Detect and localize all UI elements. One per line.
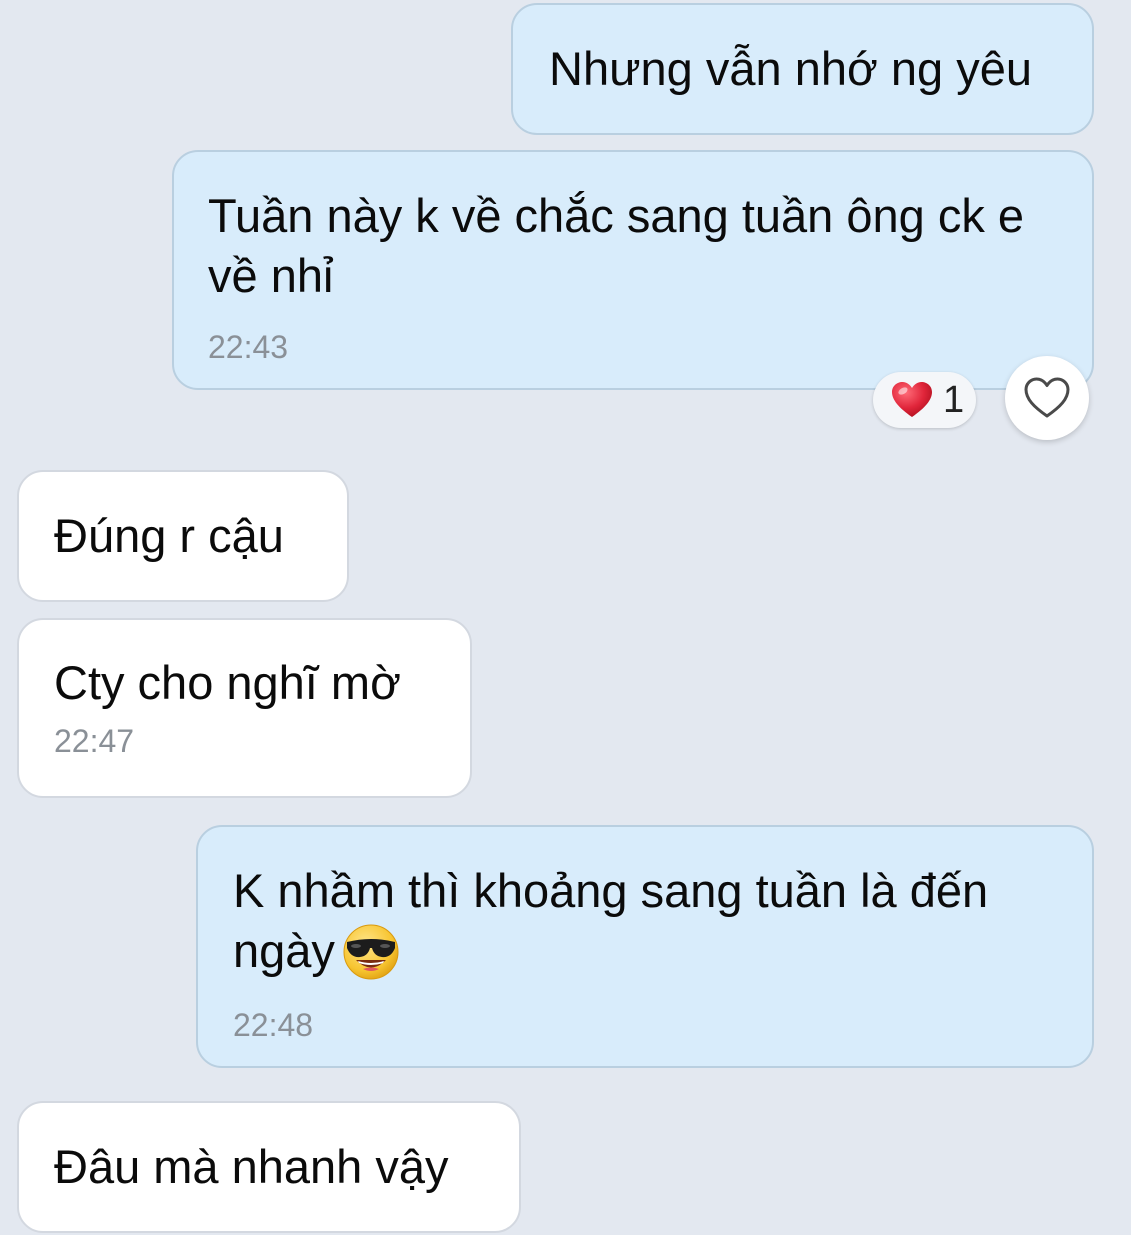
message-bubble-sent[interactable]: Tuần này k về chắc sang tuần ông ck e về…: [172, 150, 1094, 390]
message-timestamp: 22:47: [54, 723, 135, 759]
message-bubble-received[interactable]: Cty cho nghĩ mờ 22:47: [17, 618, 472, 798]
message-timestamp: 22:48: [233, 1007, 314, 1043]
message-bubble-received[interactable]: Đúng r cậu: [17, 470, 349, 602]
message-timestamp: 22:43: [208, 329, 289, 365]
red-heart-emoji-icon: [892, 382, 932, 417]
message-text: Đâu mà nhanh vậy: [54, 1140, 449, 1193]
reaction-summary[interactable]: 1: [873, 372, 976, 428]
chat-thread: Nhưng vẫn nhớ ng yêu Tuần này k về chắc …: [0, 0, 1131, 1235]
heart-outline-icon: [1024, 377, 1070, 418]
add-reaction-button[interactable]: [1005, 356, 1089, 440]
message-bubble-received[interactable]: Đâu mà nhanh vậy: [17, 1101, 521, 1233]
sunglasses-emoji-icon: [343, 924, 399, 980]
message-bubble-sent[interactable]: Nhưng vẫn nhớ ng yêu: [511, 3, 1094, 135]
message-text: K nhầm thì khoảng sang tuần là đến ngày: [233, 861, 1073, 981]
reaction-count: 1: [943, 379, 965, 421]
message-text: Đúng r cậu: [54, 509, 284, 562]
message-text: Cty cho nghĩ mờ: [54, 656, 401, 709]
message-text: Nhưng vẫn nhớ ng yêu: [549, 42, 1032, 95]
message-text: Tuần này k về chắc sang tuần ông ck e về…: [208, 189, 1038, 302]
message-bubble-sent[interactable]: K nhầm thì khoảng sang tuần là đến ngày …: [196, 825, 1094, 1068]
